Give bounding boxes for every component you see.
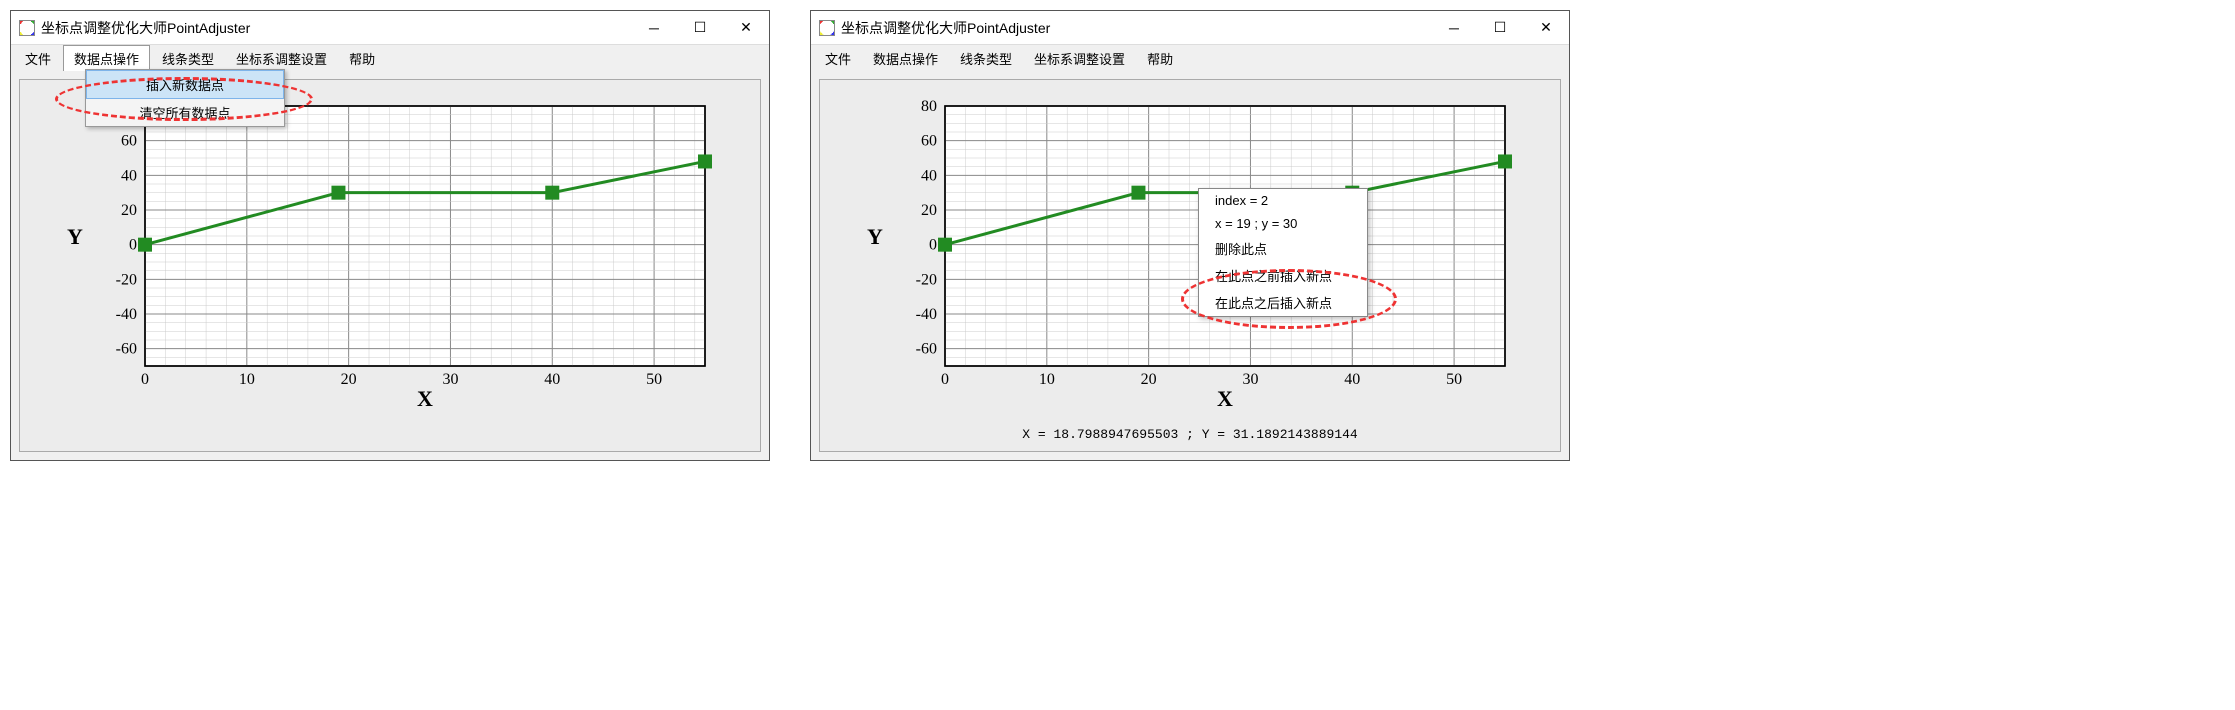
app-window-right: 坐标点调整优化大师PointAdjuster ─ ☐ ✕ 文件 数据点操作 线条…	[810, 10, 1570, 461]
svg-text:0: 0	[141, 371, 149, 388]
window-title: 坐标点调整优化大师PointAdjuster	[41, 18, 631, 38]
svg-text:20: 20	[121, 202, 137, 219]
svg-text:0: 0	[929, 237, 937, 254]
app-icon	[819, 20, 835, 36]
svg-text:20: 20	[341, 371, 357, 388]
dropdown-clear-all[interactable]: 清空所有数据点	[86, 99, 284, 126]
svg-text:-20: -20	[116, 271, 137, 288]
svg-text:-60: -60	[916, 341, 937, 358]
svg-text:0: 0	[129, 237, 137, 254]
titlebar[interactable]: 坐标点调整优化大师PointAdjuster ─ ☐ ✕	[11, 11, 769, 45]
status-coordinates: X = 18.7988947695503 ; Y = 31.1892143889…	[826, 426, 1554, 445]
menu-line-type[interactable]: 线条类型	[152, 46, 224, 71]
dropdown-insert-point[interactable]: 插入新数据点	[86, 70, 284, 99]
svg-text:60: 60	[921, 133, 937, 150]
svg-text:Y: Y	[67, 224, 83, 249]
app-icon	[19, 20, 35, 36]
menu-data-ops[interactable]: 数据点操作	[863, 46, 948, 71]
svg-text:50: 50	[646, 371, 662, 388]
menu-file[interactable]: 文件	[815, 46, 861, 71]
minimize-button[interactable]: ─	[631, 11, 677, 45]
svg-text:10: 10	[239, 371, 255, 388]
svg-text:80: 80	[921, 98, 937, 115]
context-insert-before[interactable]: 在此点之前插入新点	[1199, 262, 1367, 289]
svg-text:X: X	[417, 386, 433, 411]
context-index: index = 2	[1199, 189, 1367, 212]
menu-line-type[interactable]: 线条类型	[950, 46, 1022, 71]
svg-text:50: 50	[1446, 371, 1462, 388]
chart-area[interactable]: 0 10 20 30 40 50 -60 -40 -20 0 20 40 60 80 X Y X = 18.7…	[819, 79, 1561, 452]
maximize-button[interactable]: ☐	[677, 11, 723, 45]
menu-axis-settings[interactable]: 坐标系调整设置	[226, 46, 337, 71]
chart-canvas[interactable]: 0 10 20 30 40 50 -60 -40 -20 0 20 40 60 X Y	[26, 86, 754, 426]
svg-text:X: X	[1217, 386, 1233, 411]
svg-text:-40: -40	[116, 306, 137, 323]
svg-text:40: 40	[1344, 371, 1360, 388]
svg-text:40: 40	[921, 167, 937, 184]
context-coords: x = 19 ; y = 30	[1199, 212, 1367, 235]
svg-text:40: 40	[544, 371, 560, 388]
data-ops-dropdown: 插入新数据点 清空所有数据点	[85, 69, 285, 127]
maximize-button[interactable]: ☐	[1477, 11, 1523, 45]
svg-text:20: 20	[1141, 371, 1157, 388]
point-context-menu: index = 2 x = 19 ; y = 30 删除此点 在此点之前插入新点…	[1198, 188, 1368, 317]
menu-axis-settings[interactable]: 坐标系调整设置	[1024, 46, 1135, 71]
svg-text:60: 60	[121, 133, 137, 150]
menubar: 文件 数据点操作 线条类型 坐标系调整设置 帮助	[11, 45, 769, 71]
svg-text:-60: -60	[116, 341, 137, 358]
svg-text:Y: Y	[867, 224, 883, 249]
svg-text:-20: -20	[916, 271, 937, 288]
menu-help[interactable]: 帮助	[1137, 46, 1183, 71]
svg-text:0: 0	[941, 371, 949, 388]
chart-canvas[interactable]: 0 10 20 30 40 50 -60 -40 -20 0 20 40 60 80 X Y	[826, 86, 1554, 426]
svg-text:10: 10	[1039, 371, 1055, 388]
app-window-left: 坐标点调整优化大师PointAdjuster ─ ☐ ✕ 文件 数据点操作 线条…	[10, 10, 770, 461]
context-delete[interactable]: 删除此点	[1199, 235, 1367, 262]
svg-text:-40: -40	[916, 306, 937, 323]
menu-data-ops[interactable]: 数据点操作	[63, 45, 150, 71]
window-title: 坐标点调整优化大师PointAdjuster	[841, 18, 1431, 38]
svg-text:20: 20	[921, 202, 937, 219]
svg-text:30: 30	[1242, 371, 1258, 388]
menu-file[interactable]: 文件	[15, 46, 61, 71]
minimize-button[interactable]: ─	[1431, 11, 1477, 45]
close-button[interactable]: ✕	[723, 11, 769, 45]
svg-text:40: 40	[121, 167, 137, 184]
menubar: 文件 数据点操作 线条类型 坐标系调整设置 帮助	[811, 45, 1569, 71]
svg-text:30: 30	[442, 371, 458, 388]
chart-area[interactable]: 0 10 20 30 40 50 -60 -40 -20 0 20 40 60 X Y	[19, 79, 761, 452]
context-insert-after[interactable]: 在此点之后插入新点	[1199, 289, 1367, 316]
menu-help[interactable]: 帮助	[339, 46, 385, 71]
titlebar[interactable]: 坐标点调整优化大师PointAdjuster ─ ☐ ✕	[811, 11, 1569, 45]
close-button[interactable]: ✕	[1523, 11, 1569, 45]
